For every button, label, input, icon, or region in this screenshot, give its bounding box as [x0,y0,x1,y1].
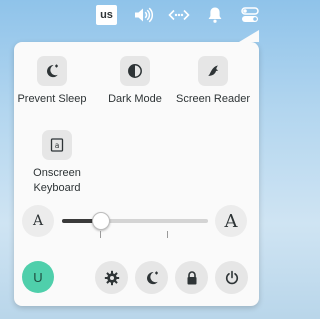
power-button[interactable] [215,261,248,294]
tile-onscreen-keyboard[interactable]: a Onscreen Keyboard [19,130,95,196]
prevent-sleep-toggle[interactable] [37,56,67,86]
gear-icon [104,270,120,286]
top-bar: us [0,0,269,32]
avatar[interactable]: U [22,261,54,293]
lock-button[interactable] [175,261,208,294]
network-icon[interactable] [168,6,190,24]
notifications-bell-icon[interactable] [205,6,225,24]
moon-plus-icon [44,63,60,79]
onscreen-keyboard-label: Onscreen Keyboard [33,167,81,194]
power-icon [224,270,240,286]
lock-icon [184,270,200,286]
moon-icon [144,270,160,286]
suspend-button[interactable] [135,261,168,294]
decrease-font-size-button[interactable]: A [22,205,54,237]
dark-mode-label: Dark Mode [108,93,162,105]
system-menu-panel: Prevent Sleep Dark Mode Screen Reader a … [14,30,259,306]
tile-prevent-sleep[interactable]: Prevent Sleep [14,56,90,107]
prevent-sleep-label: Prevent Sleep [17,93,87,105]
contrast-icon [127,63,143,79]
screen-reader-toggle[interactable] [198,56,228,86]
system-menu-toggle-icon[interactable] [240,6,260,24]
svg-text:a: a [55,141,60,150]
slider-tick-mark [100,231,101,238]
tile-screen-reader[interactable]: Screen Reader [175,56,251,107]
screen-reader-icon [205,63,221,79]
font-size-slider-track[interactable] [62,219,208,223]
panel-pointer-arrow [239,30,259,42]
settings-button[interactable] [95,261,128,294]
increase-font-size-button[interactable]: A [215,205,247,237]
font-size-slider-knob[interactable] [92,212,111,230]
volume-icon[interactable] [133,6,153,24]
slider-tick-mark [167,231,168,238]
tile-dark-mode[interactable]: Dark Mode [97,56,173,107]
keyboard-layout-indicator[interactable]: us [96,5,117,25]
screen-reader-label: Screen Reader [176,93,250,105]
onscreen-keyboard-toggle[interactable]: a [42,130,72,160]
onscreen-keyboard-icon: a [49,137,65,153]
dark-mode-toggle[interactable] [120,56,150,86]
